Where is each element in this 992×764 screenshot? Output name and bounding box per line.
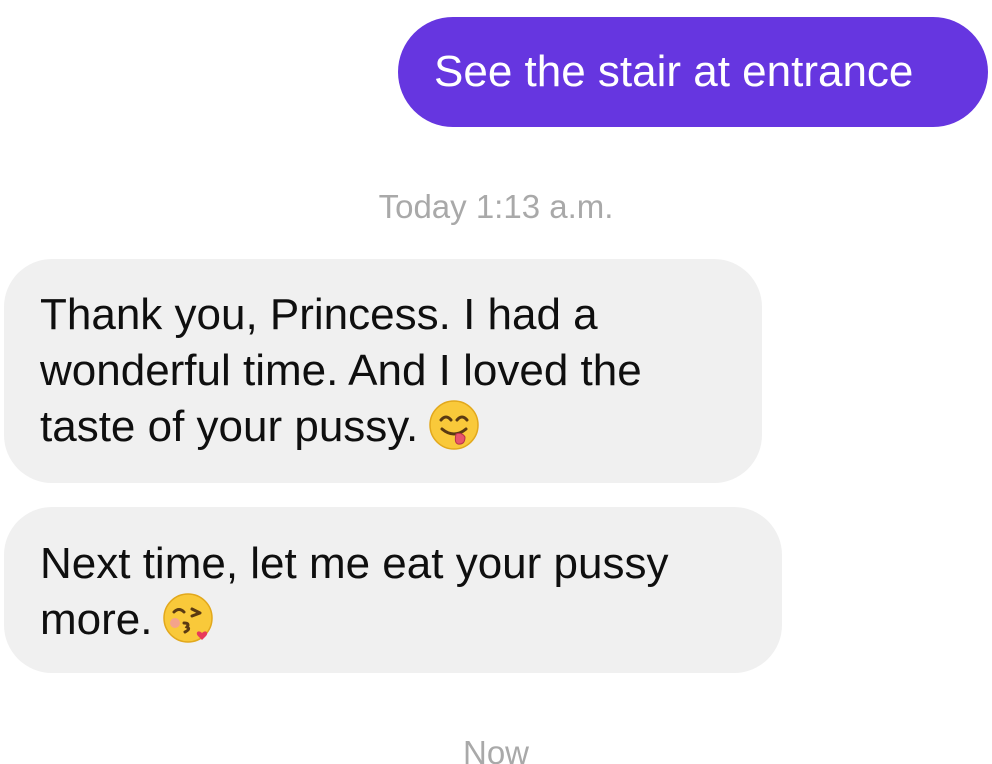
chat-thread: See the stair at entrance Today 1:13 a.m…	[0, 0, 992, 764]
incoming-message-bubble[interactable]: Thank you, Princess. I had a wonderful t…	[4, 259, 762, 483]
message-line: Thank you, Princess. I had a	[40, 290, 598, 339]
face-savoring-food-icon	[429, 400, 480, 451]
outgoing-message-text: See the stair at entrance	[434, 47, 914, 96]
message-timestamp: Now	[462, 734, 530, 764]
incoming-message-bubble[interactable]: Next time, let me eat your pussy more.	[4, 507, 782, 673]
face-blowing-kiss-icon	[163, 593, 214, 644]
message-timestamp: Today 1:13 a.m.	[378, 188, 614, 225]
message-line: wonderful time. And I loved the	[40, 346, 642, 395]
outgoing-message-bubble[interactable]: See the stair at entrance	[398, 17, 988, 127]
message-line-with-emoji: taste of your pussy.	[40, 399, 762, 455]
message-line-with-emoji: more.	[40, 592, 782, 648]
message-line-text: taste of your pussy.	[40, 402, 419, 451]
message-line-text: more.	[40, 595, 153, 644]
message-line: Next time, let me eat your pussy	[40, 539, 669, 588]
